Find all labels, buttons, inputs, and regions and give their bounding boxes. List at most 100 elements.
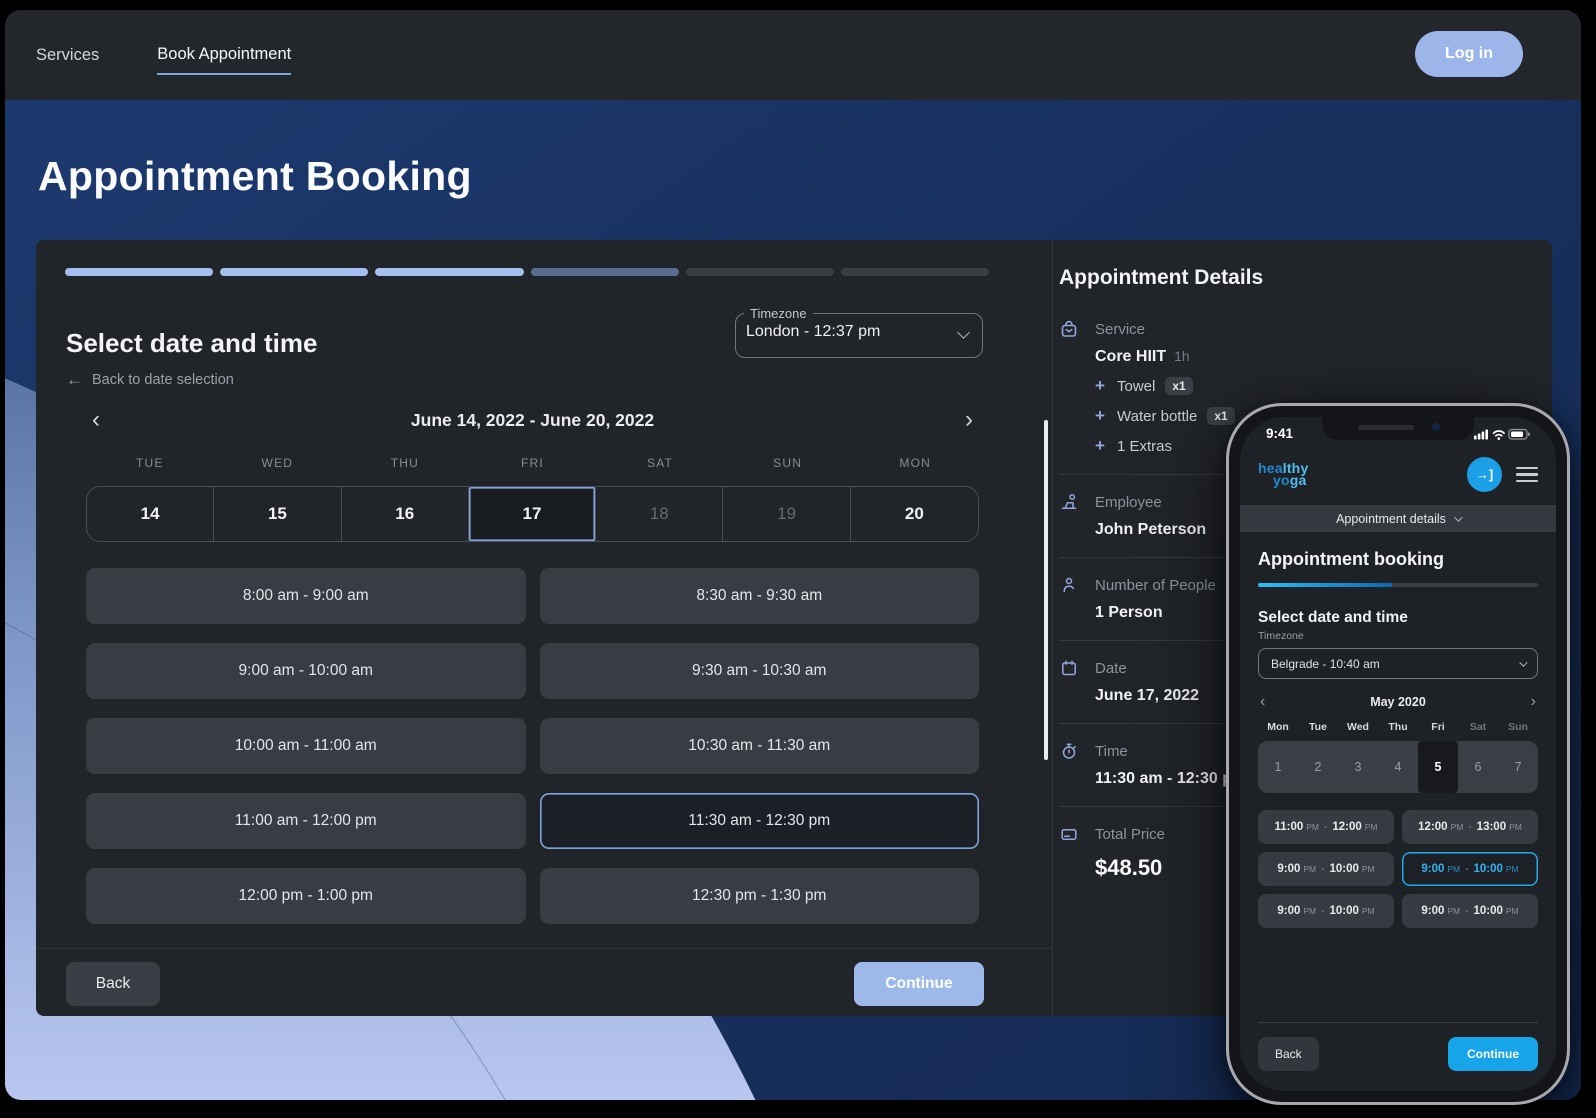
- phone-next-month-button[interactable]: ›: [1531, 693, 1536, 711]
- panel-divider: [1052, 240, 1053, 1016]
- date-cell-20[interactable]: 20: [851, 487, 978, 541]
- phone-date-cell-selected[interactable]: 5: [1418, 741, 1458, 793]
- service-extra-item: + Towel x1: [1095, 376, 1549, 396]
- next-week-button[interactable]: ›: [959, 408, 979, 432]
- phone-time-slot-grid: 11:00PM-12:00PM 12:00PM-13:00PM 9:00PM-1…: [1258, 810, 1538, 928]
- timezone-label: Timezone: [744, 306, 813, 321]
- credit-card-icon: [1059, 824, 1079, 844]
- phone-back-button[interactable]: Back: [1258, 1037, 1319, 1071]
- phone-mockup: 9:41: [1226, 403, 1570, 1105]
- plus-icon: +: [1095, 406, 1117, 426]
- nav-services[interactable]: Services: [36, 46, 99, 65]
- week-range-label: June 14, 2022 - June 20, 2022: [411, 410, 654, 431]
- phone-weekday-row: Mon Tue Wed Thu Fri Sat Sun: [1258, 721, 1538, 733]
- service-bag-icon: [1059, 319, 1079, 339]
- top-nav: Services Book Appointment Log in: [5, 10, 1581, 100]
- healthy-yoga-logo: healthy yoga: [1258, 463, 1308, 486]
- time-slot[interactable]: 8:30 am - 9:30 am: [540, 568, 980, 624]
- prev-week-button[interactable]: ‹: [86, 408, 106, 432]
- phone-progress-fill: [1258, 583, 1392, 587]
- phone-footer: Back Continue: [1240, 1022, 1556, 1091]
- login-button[interactable]: Log in: [1415, 31, 1523, 77]
- phone-screen: 9:41: [1240, 417, 1556, 1091]
- date-cell-15[interactable]: 15: [214, 487, 341, 541]
- phone-date-cell[interactable]: 1: [1258, 741, 1298, 793]
- phone-continue-button[interactable]: Continue: [1448, 1037, 1538, 1071]
- time-slot[interactable]: 12:30 pm - 1:30 pm: [540, 868, 980, 924]
- progress-step-4: [531, 268, 679, 276]
- date-cell-18-disabled: 18: [596, 487, 723, 541]
- phone-time-slot[interactable]: 9:00PM-10:00PM: [1402, 894, 1538, 928]
- details-title: Appointment Details: [1059, 266, 1549, 290]
- continue-button[interactable]: Continue: [854, 962, 984, 1006]
- phone-time-slot[interactable]: 12:00PM-13:00PM: [1402, 810, 1538, 844]
- camera-dot: [1432, 423, 1440, 431]
- phone-appointment-details-bar[interactable]: Appointment details: [1240, 505, 1556, 532]
- progress-steps: [65, 268, 989, 276]
- scrollbar-thumb[interactable]: [1044, 420, 1048, 760]
- phone-timezone-label: Timezone: [1258, 630, 1538, 642]
- time-slot[interactable]: 9:00 am - 10:00 am: [86, 643, 526, 699]
- phone-date-cell[interactable]: 6: [1458, 741, 1498, 793]
- time-slot[interactable]: 9:30 am - 10:30 am: [540, 643, 980, 699]
- phone-time-slot[interactable]: 9:00PM-10:00PM: [1258, 894, 1394, 928]
- signal-icon: [1474, 429, 1488, 439]
- footer-divider: [36, 948, 1052, 949]
- phone-date-cell[interactable]: 3: [1338, 741, 1378, 793]
- phone-time-slot-selected[interactable]: 9:00PM-10:00PM: [1402, 852, 1538, 886]
- phone-prev-month-button[interactable]: ‹: [1260, 693, 1265, 711]
- weekday-label: SAT: [596, 456, 724, 470]
- time-slot[interactable]: 11:00 am - 12:00 pm: [86, 793, 526, 849]
- back-to-date-selection-link[interactable]: ← Back to date selection: [66, 370, 234, 390]
- person-icon: [1059, 575, 1079, 595]
- date-picker-row: 14 15 16 17 18 19 20: [86, 486, 979, 542]
- weekday-label: SUN: [724, 456, 852, 470]
- phone-date-cell[interactable]: 2: [1298, 741, 1338, 793]
- time-slot[interactable]: 8:00 am - 9:00 am: [86, 568, 526, 624]
- phone-progress-bar: [1258, 583, 1538, 587]
- hamburger-menu-icon[interactable]: [1516, 463, 1538, 486]
- speaker-slot: [1358, 425, 1414, 430]
- phone-section-heading: Select date and time: [1258, 609, 1538, 627]
- phone-timezone-select[interactable]: Belgrade - 10:40 am: [1258, 648, 1538, 679]
- weekday-label: TUE: [86, 456, 214, 470]
- weekday-label: THU: [341, 456, 469, 470]
- status-time: 9:41: [1266, 426, 1293, 441]
- nav-book-appointment[interactable]: Book Appointment: [157, 45, 291, 75]
- weekday-header-row: TUE WED THU FRI SAT SUN MON: [86, 456, 979, 470]
- progress-step-2: [220, 268, 368, 276]
- service-name: Core HIIT1h: [1095, 348, 1549, 366]
- phone-date-cell[interactable]: 7: [1498, 741, 1538, 793]
- time-slot-selected[interactable]: 11:30 am - 12:30 pm: [540, 793, 980, 849]
- plus-icon: +: [1095, 376, 1117, 396]
- progress-step-6: [841, 268, 989, 276]
- date-time-panel: Select date and time Timezone London - 1…: [36, 240, 1052, 1016]
- weekday-label: FRI: [469, 456, 597, 470]
- battery-icon: [1509, 429, 1530, 439]
- chevron-down-icon: [957, 326, 970, 339]
- weekday-label: MON: [851, 456, 979, 470]
- time-slot[interactable]: 12:00 pm - 1:00 pm: [86, 868, 526, 924]
- time-slot[interactable]: 10:30 am - 11:30 am: [540, 718, 980, 774]
- wifi-icon: [1494, 431, 1505, 436]
- date-cell-17-selected[interactable]: 17: [469, 487, 596, 541]
- time-slot[interactable]: 10:00 am - 11:00 am: [86, 718, 526, 774]
- phone-header: healthy yoga →]: [1240, 441, 1556, 492]
- calendar-icon: [1059, 658, 1079, 678]
- phone-time-slot[interactable]: 9:00PM-10:00PM: [1258, 852, 1394, 886]
- weekday-label: WED: [214, 456, 342, 470]
- date-cell-19-disabled: 19: [723, 487, 850, 541]
- phone-date-cell[interactable]: 4: [1378, 741, 1418, 793]
- quantity-badge: x1: [1165, 377, 1192, 395]
- phone-time-slot[interactable]: 11:00PM-12:00PM: [1258, 810, 1394, 844]
- phone-login-button[interactable]: →]: [1467, 457, 1502, 492]
- chevron-down-icon: [1454, 513, 1462, 521]
- date-cell-14[interactable]: 14: [87, 487, 214, 541]
- status-icons: [1474, 428, 1530, 440]
- date-cell-16[interactable]: 16: [342, 487, 469, 541]
- time-slot-grid: 8:00 am - 9:00 am 8:30 am - 9:30 am 9:00…: [86, 568, 979, 924]
- back-button[interactable]: Back: [66, 962, 160, 1006]
- week-navigation: ‹ June 14, 2022 - June 20, 2022 ›: [86, 408, 979, 432]
- timezone-select[interactable]: Timezone London - 12:37 pm: [735, 306, 983, 358]
- timezone-value: London - 12:37 pm: [746, 323, 959, 341]
